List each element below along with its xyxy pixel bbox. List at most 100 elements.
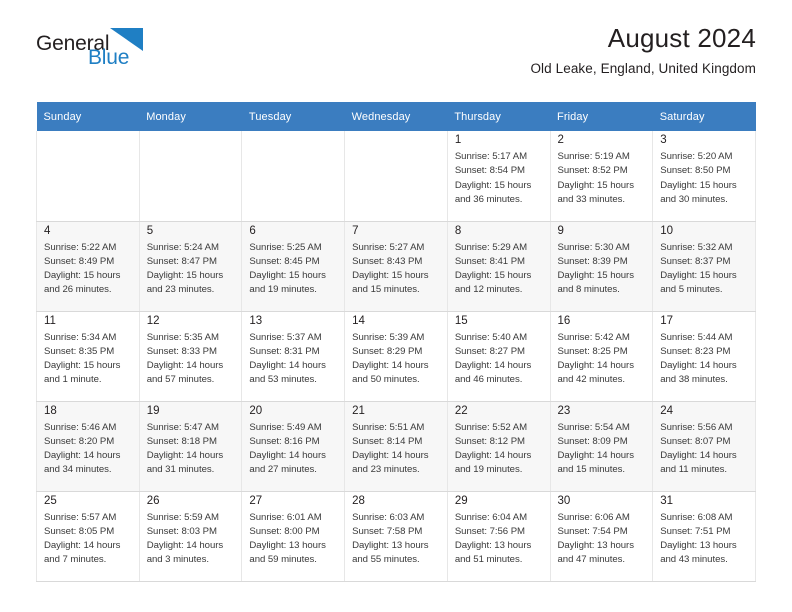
page-header: General Blue August 2024 Old Leake, Engl…: [36, 0, 756, 76]
weekday-header-monday: Monday: [139, 102, 242, 131]
day-cell[interactable]: 27 Sunrise: 6:01 AM Sunset: 8:00 PM Dayli…: [241, 491, 346, 582]
day-cell[interactable]: 8 Sunrise: 5:29 AM Sunset: 8:41 PM Daylig…: [446, 221, 551, 312]
day-number: 12: [146, 314, 160, 327]
day-sun-info: Sunrise: 6:03 AM Sunset: 7:58 PM Dayligh…: [352, 511, 429, 566]
day-cell[interactable]: 9 Sunrise: 5:30 AM Sunset: 8:39 PM Daylig…: [549, 221, 654, 312]
day-sun-info: Sunrise: 5:25 AM Sunset: 8:45 PM Dayligh…: [249, 241, 326, 296]
day-cell[interactable]: 7 Sunrise: 5:27 AM Sunset: 8:43 PM Daylig…: [344, 221, 448, 312]
day-number: 8: [454, 224, 462, 237]
day-sun-info: Sunrise: 5:46 AM Sunset: 8:20 PM Dayligh…: [44, 421, 121, 476]
day-sun-info: Sunrise: 5:59 AM Sunset: 8:03 PM Dayligh…: [146, 511, 224, 566]
weekday-header-sunday: Sunday: [36, 102, 140, 131]
brand-logo[interactable]: General Blue: [36, 26, 266, 74]
day-number: 23: [557, 404, 571, 417]
day-sun-info: Sunrise: 6:04 AM Sunset: 7:56 PM Dayligh…: [454, 511, 532, 566]
day-cell[interactable]: 23 Sunrise: 5:54 AM Sunset: 8:09 PM Dayli…: [549, 401, 654, 492]
day-cell[interactable]: 24 Sunrise: 5:56 AM Sunset: 8:07 PM Dayli…: [652, 401, 756, 492]
day-cell[interactable]: 14 Sunrise: 5:39 AM Sunset: 8:29 PM Dayli…: [344, 311, 448, 402]
day-sun-info: Sunrise: 5:20 AM Sunset: 8:50 PM Dayligh…: [660, 151, 737, 205]
day-cell: [344, 131, 448, 222]
day-sun-info: Sunrise: 5:54 AM Sunset: 8:09 PM Dayligh…: [557, 421, 634, 476]
day-number: 16: [557, 314, 571, 327]
location-subtitle: Old Leake, England, United Kingdom: [530, 60, 756, 76]
day-sun-info: Sunrise: 5:51 AM Sunset: 8:14 PM Dayligh…: [352, 421, 429, 476]
day-sun-info: Sunrise: 6:01 AM Sunset: 8:00 PM Dayligh…: [249, 511, 326, 566]
day-number: 6: [249, 224, 256, 237]
day-sun-info: Sunrise: 5:24 AM Sunset: 8:47 PM Dayligh…: [146, 241, 224, 296]
day-cell[interactable]: 18 Sunrise: 5:46 AM Sunset: 8:20 PM Dayli…: [36, 401, 140, 492]
day-sun-info: Sunrise: 5:52 AM Sunset: 8:12 PM Dayligh…: [454, 421, 532, 476]
day-sun-info: Sunrise: 5:29 AM Sunset: 8:41 PM Dayligh…: [454, 241, 532, 296]
day-cell[interactable]: 10 Sunrise: 5:32 AM Sunset: 8:37 PM Dayli…: [652, 221, 756, 312]
day-number: 24: [660, 404, 674, 417]
day-sun-info: Sunrise: 5:40 AM Sunset: 8:27 PM Dayligh…: [454, 331, 532, 386]
day-number: 18: [44, 404, 57, 417]
day-sun-info: Sunrise: 5:57 AM Sunset: 8:05 PM Dayligh…: [44, 511, 121, 566]
day-cell[interactable]: 28 Sunrise: 6:03 AM Sunset: 7:58 PM Dayli…: [344, 491, 448, 582]
day-cell[interactable]: 22 Sunrise: 5:52 AM Sunset: 8:12 PM Dayli…: [446, 401, 551, 492]
day-cell[interactable]: 12 Sunrise: 5:35 AM Sunset: 8:33 PM Dayli…: [138, 311, 243, 402]
day-number: 14: [352, 314, 365, 327]
day-number: 15: [454, 314, 468, 327]
weekday-header-friday: Friday: [550, 102, 653, 131]
day-cell[interactable]: 13 Sunrise: 5:37 AM Sunset: 8:31 PM Dayli…: [241, 311, 346, 402]
day-cell[interactable]: 15 Sunrise: 5:40 AM Sunset: 8:27 PM Dayli…: [446, 311, 551, 402]
day-number: 21: [352, 404, 365, 417]
day-sun-info: Sunrise: 5:35 AM Sunset: 8:33 PM Dayligh…: [146, 331, 224, 386]
day-sun-info: Sunrise: 5:42 AM Sunset: 8:25 PM Dayligh…: [557, 331, 634, 386]
day-number: 22: [454, 404, 468, 417]
day-cell[interactable]: 25 Sunrise: 5:57 AM Sunset: 8:05 PM Dayli…: [36, 491, 140, 582]
day-number: 10: [660, 224, 674, 237]
day-sun-info: Sunrise: 5:22 AM Sunset: 8:49 PM Dayligh…: [44, 241, 121, 296]
day-cell[interactable]: 29 Sunrise: 6:04 AM Sunset: 7:56 PM Dayli…: [446, 491, 551, 582]
day-number: 30: [557, 494, 571, 507]
calendar-week-row: 4 Sunrise: 5:22 AM Sunset: 8:49 PM Daylig…: [36, 221, 756, 312]
weekday-header-wednesday: Wednesday: [344, 102, 448, 131]
day-cell[interactable]: 3 Sunrise: 5:20 AM Sunset: 8:50 PM Daylig…: [652, 131, 756, 222]
day-number: 9: [557, 224, 564, 237]
day-cell[interactable]: 21 Sunrise: 5:51 AM Sunset: 8:14 PM Dayli…: [344, 401, 448, 492]
calendar-body: 1 Sunrise: 5:17 AM Sunset: 8:54 PM Daylig…: [36, 131, 756, 582]
calendar-week-row: 1 Sunrise: 5:17 AM Sunset: 8:54 PM Daylig…: [36, 131, 756, 222]
day-cell[interactable]: 16 Sunrise: 5:42 AM Sunset: 8:25 PM Dayli…: [549, 311, 654, 402]
calendar-week-row: 11 Sunrise: 5:34 AM Sunset: 8:35 PM Dayli…: [36, 311, 756, 402]
day-number: 17: [660, 314, 674, 327]
day-cell[interactable]: 4 Sunrise: 5:22 AM Sunset: 8:49 PM Daylig…: [36, 221, 140, 312]
weekday-header-row: Sunday Monday Tuesday Wednesday Thursday…: [36, 102, 756, 131]
day-sun-info: Sunrise: 5:19 AM Sunset: 8:52 PM Dayligh…: [557, 151, 634, 205]
day-sun-info: Sunrise: 5:37 AM Sunset: 8:31 PM Dayligh…: [249, 331, 326, 386]
day-cell[interactable]: 19 Sunrise: 5:47 AM Sunset: 8:18 PM Dayli…: [138, 401, 243, 492]
day-number: 7: [352, 224, 359, 237]
day-sun-info: Sunrise: 5:30 AM Sunset: 8:39 PM Dayligh…: [557, 241, 634, 296]
day-cell[interactable]: 6 Sunrise: 5:25 AM Sunset: 8:45 PM Daylig…: [241, 221, 346, 312]
weekday-header-tuesday: Tuesday: [241, 102, 345, 131]
title-block: August 2024 Old Leake, England, United K…: [530, 23, 756, 76]
calendar-page: General Blue August 2024 Old Leake, Engl…: [0, 0, 792, 612]
day-sun-info: Sunrise: 5:27 AM Sunset: 8:43 PM Dayligh…: [352, 241, 429, 296]
calendar-week-row: 25 Sunrise: 5:57 AM Sunset: 8:05 PM Dayli…: [36, 491, 756, 582]
day-cell[interactable]: 26 Sunrise: 5:59 AM Sunset: 8:03 PM Dayli…: [138, 491, 243, 582]
weekday-header-thursday: Thursday: [447, 102, 551, 131]
calendar-week-row: 18 Sunrise: 5:46 AM Sunset: 8:20 PM Dayli…: [36, 401, 756, 492]
day-sun-info: Sunrise: 5:44 AM Sunset: 8:23 PM Dayligh…: [660, 331, 737, 386]
day-cell: [241, 131, 346, 222]
day-cell[interactable]: 30 Sunrise: 6:06 AM Sunset: 7:54 PM Dayli…: [549, 491, 654, 582]
day-cell[interactable]: 2 Sunrise: 5:19 AM Sunset: 8:52 PM Daylig…: [549, 131, 654, 222]
day-number: 28: [352, 494, 365, 507]
day-number: 11: [44, 314, 56, 327]
day-cell[interactable]: 20 Sunrise: 5:49 AM Sunset: 8:16 PM Dayli…: [241, 401, 346, 492]
day-number: 27: [249, 494, 263, 507]
day-number: 5: [146, 224, 154, 237]
day-cell[interactable]: 5 Sunrise: 5:24 AM Sunset: 8:47 PM Daylig…: [138, 221, 243, 312]
day-number: 13: [249, 314, 263, 327]
day-number: 1: [454, 134, 462, 146]
day-cell[interactable]: 17 Sunrise: 5:44 AM Sunset: 8:23 PM Dayli…: [652, 311, 756, 402]
day-sun-info: Sunrise: 5:17 AM Sunset: 8:54 PM Dayligh…: [454, 151, 532, 205]
day-cell[interactable]: 1 Sunrise: 5:17 AM Sunset: 8:54 PM Daylig…: [446, 131, 551, 222]
day-number: 2: [557, 134, 564, 146]
day-sun-info: Sunrise: 6:06 AM Sunset: 7:54 PM Dayligh…: [557, 511, 634, 566]
day-cell[interactable]: 11 Sunrise: 5:34 AM Sunset: 8:35 PM Dayli…: [36, 311, 140, 402]
day-number: 26: [146, 494, 160, 507]
day-cell[interactable]: 31 Sunrise: 6:08 AM Sunset: 7:51 PM Dayli…: [652, 491, 756, 582]
day-number: 19: [146, 404, 160, 417]
